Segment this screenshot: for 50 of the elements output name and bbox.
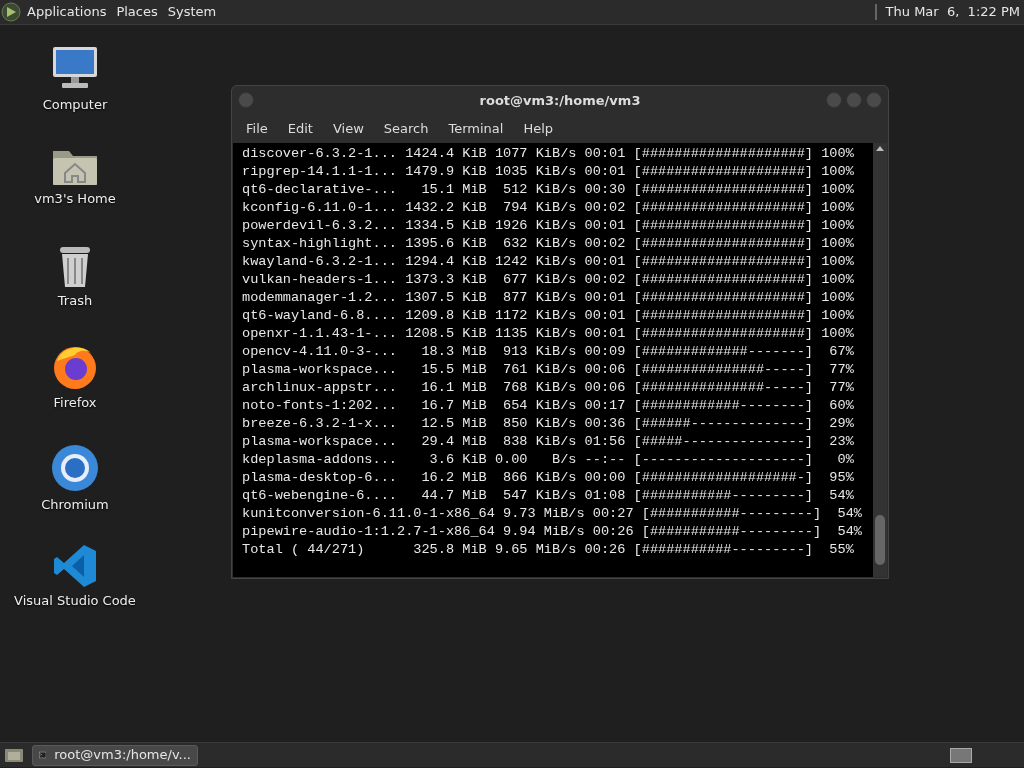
taskbar-button[interactable]: root@vm3:/home/v... — [32, 744, 198, 766]
icon-label[interactable]: Trash — [57, 291, 93, 311]
terminal-line: qt6-wayland-6.8.... 1209.8 KiB 1172 KiB/s 00:01 [####################] 100% — [242, 307, 854, 325]
panel-menu[interactable]: Places — [111, 2, 163, 22]
icon-label[interactable]: Computer — [42, 95, 108, 115]
scrollbar[interactable] — [873, 143, 887, 577]
terminal-line: kconfig-6.11.0-1... 1432.2 KiB 794 KiB/s 00:02 [####################] 100% — [242, 199, 854, 217]
icon-label[interactable]: Visual Studio Code — [14, 591, 136, 611]
terminal-line: vulkan-headers-1... 1373.3 KiB 677 KiB/s 00:02 [####################] 100% — [242, 271, 854, 289]
terminal-line: discover-6.3.2-1... 1424.4 KiB 1077 KiB/s 00:01 [####################] 100% — [242, 145, 854, 163]
terminal-line: kdeplasma-addons... 3.6 KiB 0.00 B/s --:-- [--------------------] 0% — [242, 451, 854, 469]
panel-menu[interactable]: Applications — [22, 2, 112, 22]
show-desktop-icon[interactable] — [4, 746, 24, 764]
terminal-line: qt6-webengine-6.... 44.7 MiB 547 KiB/s 01:08 [###########---------] 54% — [242, 487, 854, 505]
terminal-line: kunitconversion-6.11.0-1-x86_64 9.73 MiB/s 00:27 [###########---------] 54% — [242, 505, 862, 523]
terminal-line: plasma-desktop-6... 16.2 MiB 866 KiB/s 00:00 [###################-] 95% — [242, 469, 854, 487]
terminal-line: modemmanager-1.2... 1307.5 KiB 877 KiB/s 00:01 [####################] 100% — [242, 289, 854, 307]
menu-item[interactable]: Help — [513, 119, 564, 139]
terminal-line: powerdevil-6.3.2... 1334.5 KiB 1926 KiB/s 00:01 [####################] 100% — [242, 217, 854, 235]
code-editor-icon[interactable] — [52, 543, 98, 589]
menu-item[interactable]: File — [236, 119, 278, 139]
menu-item[interactable]: View — [322, 119, 374, 139]
distro-logo-icon[interactable] — [0, 1, 22, 23]
scroll-up-arrow-icon[interactable] — [876, 145, 884, 151]
terminal-line: plasma-workspace... 15.5 MiB 761 KiB/s 00:06 [###############-----] 77% — [242, 361, 854, 379]
terminal-line: openxr-1.1.43-1-... 1208.5 KiB 1135 KiB/s 00:01 [####################] 100% — [242, 325, 854, 343]
terminal-line: breeze-6.3.2-1-x... 12.5 MiB 850 KiB/s 00:36 [######--------------] 29% — [242, 415, 854, 433]
panel-menu[interactable]: System — [162, 2, 222, 22]
terminal-icon — [39, 748, 47, 762]
icon-label[interactable]: Firefox — [53, 393, 97, 413]
terminal-line: Total ( 44/271) 325.8 MiB 9.65 MiB/s 00:26 [###########---------] 55% — [242, 541, 854, 559]
window-title: root@vm3:/home/vm3 — [479, 91, 641, 110]
terminal-line: plasma-workspace... 29.4 MiB 838 KiB/s 01:56 [#####---------------] 23% — [242, 433, 854, 451]
terminal-line: archlinux-appstr... 16.1 MiB 768 KiB/s 00:06 [###############-----] 77% — [242, 379, 854, 397]
workspace-switcher[interactable] — [950, 747, 972, 763]
menu-item[interactable]: Terminal — [438, 119, 514, 139]
terminal-line: qt6-declarative-... 15.1 MiB 512 KiB/s 00:30 [####################] 100% — [242, 181, 854, 199]
icon-label[interactable]: Chromium — [41, 495, 109, 515]
scrollbar-thumb[interactable] — [875, 515, 885, 565]
clock[interactable]: Thu Mar 6, 1:22 PM — [885, 2, 1024, 22]
terminal-line: noto-fonts-1:202... 16.7 MiB 654 KiB/s 00:17 [############--------] 60% — [242, 397, 854, 415]
terminal-line: syntax-highlight... 1395.6 KiB 632 KiB/s 00:02 [####################] 100% — [242, 235, 854, 253]
menu-item[interactable]: Edit — [277, 119, 323, 139]
menu-item[interactable]: Search — [373, 119, 439, 139]
browser-icon[interactable] — [50, 443, 100, 493]
terminal-line: kwayland-6.3.2-1... 1294.4 KiB 1242 KiB/s 00:01 [####################] 100% — [242, 253, 854, 271]
terminal-line: ripgrep-14.1.1-1... 1479.9 KiB 1035 KiB/s 00:01 [####################] 100% — [242, 163, 854, 181]
terminal-line: pipewire-audio-1:1.2.7-1-x86_64 9.94 MiB/s 00:26 [###########---------] 54% — [242, 523, 862, 541]
icon-label[interactable]: vm3's Home — [34, 189, 116, 209]
terminal-line: opencv-4.11.0-3-... 18.3 MiB 913 KiB/s 00:09 [#############-------] 67% — [242, 343, 854, 361]
